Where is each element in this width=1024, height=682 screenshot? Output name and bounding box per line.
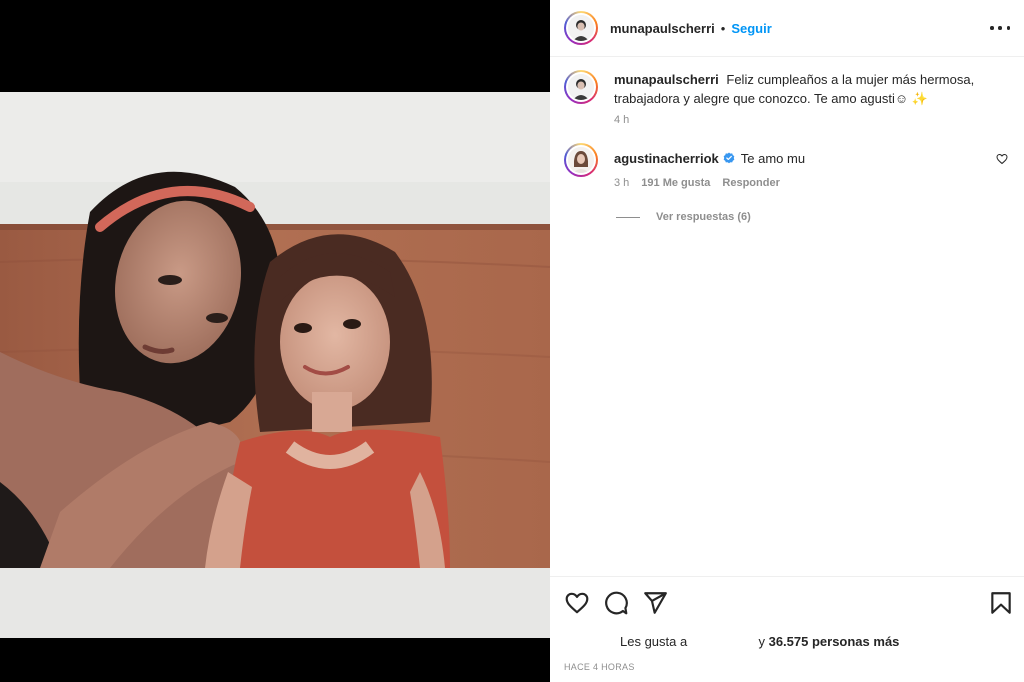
post-photo[interactable] xyxy=(0,92,550,638)
caption-time[interactable]: 4 h xyxy=(614,114,1010,126)
likes-summary: Les gusta a y 36.575 personas más xyxy=(550,634,1024,649)
post-actions: Les gusta a y 36.575 personas más Hace 4… xyxy=(550,576,1024,682)
comment-bubble-icon[interactable] xyxy=(603,590,629,616)
follow-button[interactable]: Seguir xyxy=(731,21,771,36)
likes-prefix: Les gusta a xyxy=(620,634,688,649)
comments-section: munapaulscherri Feliz cumpleaños a la mu… xyxy=(550,57,1024,223)
save-bookmark-icon[interactable] xyxy=(988,590,1014,616)
comment-time[interactable]: 3 h xyxy=(614,177,629,189)
post-header: munapaulscherri • Seguir xyxy=(550,0,1024,57)
commenter-username[interactable]: agustinacherriok xyxy=(614,151,719,166)
caption-avatar[interactable] xyxy=(564,70,598,104)
author-avatar[interactable] xyxy=(564,11,598,45)
caption-username[interactable]: munapaulscherri xyxy=(614,72,719,87)
view-replies-button[interactable]: Ver respuestas (6) xyxy=(616,211,1010,223)
more-options-icon[interactable] xyxy=(990,20,1010,36)
comment-text: Te amo mu xyxy=(740,151,806,166)
post-timestamp[interactable]: Hace 4 horas xyxy=(564,662,1024,672)
caption: munapaulscherri Feliz cumpleaños a la mu… xyxy=(564,70,1010,126)
reply-button[interactable]: Responder xyxy=(722,177,779,189)
verified-badge-icon xyxy=(724,152,735,164)
replies-divider xyxy=(616,216,640,218)
comment: agustinacherriok Te amo mu 3 h 191 Me gu… xyxy=(564,143,1010,189)
view-replies-label[interactable]: Ver respuestas (6) xyxy=(656,211,751,223)
comment-like-heart-icon[interactable] xyxy=(996,153,1008,165)
commenter-avatar[interactable] xyxy=(564,143,598,177)
likes-suffix: y xyxy=(758,634,765,649)
likes-count[interactable]: 36.575 personas más xyxy=(769,634,900,649)
share-paper-plane-icon[interactable] xyxy=(642,590,668,616)
post-side-panel: munapaulscherri • Seguir munapaulscherri… xyxy=(550,0,1024,682)
post-media xyxy=(0,0,550,682)
comment-likes[interactable]: 191 Me gusta xyxy=(641,177,710,189)
author-username[interactable]: munapaulscherri xyxy=(610,21,715,36)
like-heart-icon[interactable] xyxy=(564,590,590,616)
separator-dot: • xyxy=(720,20,726,36)
